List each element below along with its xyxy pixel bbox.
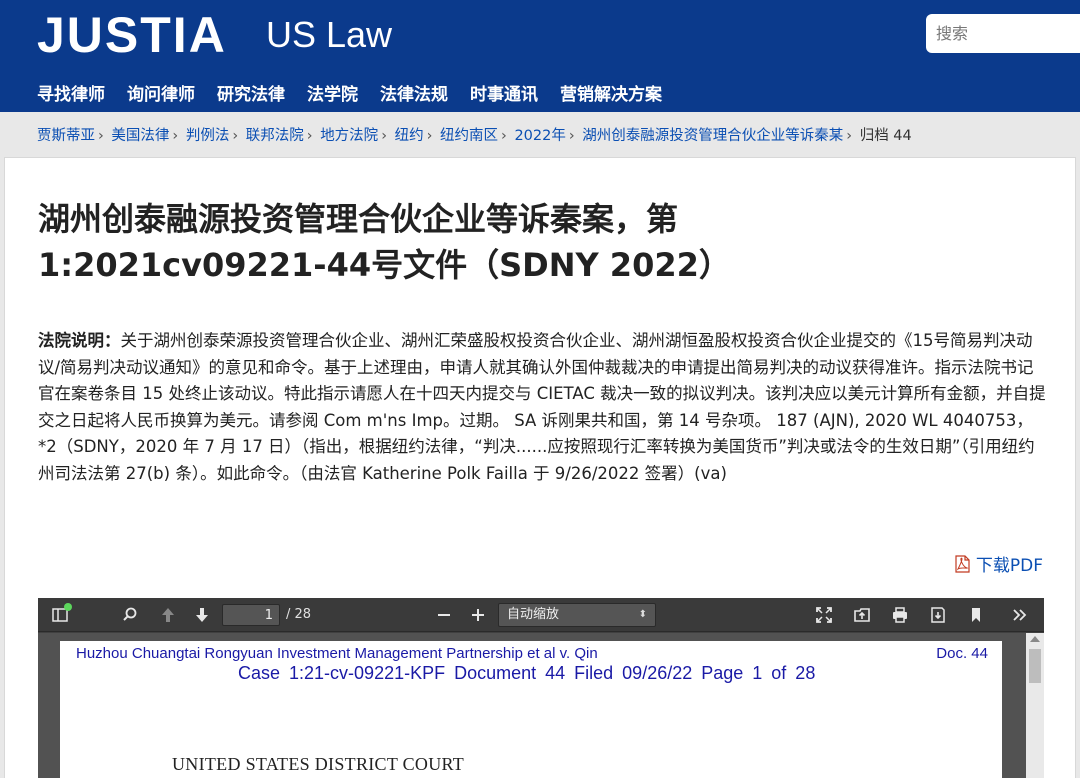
minus-icon	[438, 614, 450, 616]
page-total: / 28	[286, 607, 312, 622]
description-label: 法院说明：	[38, 331, 121, 350]
breadcrumb-separator: ›	[172, 128, 179, 144]
scroll-thumb[interactable]	[1029, 649, 1041, 683]
breadcrumb-separator: ›	[98, 128, 104, 144]
search-input[interactable]	[926, 14, 1080, 53]
bookmark-button[interactable]	[966, 605, 986, 625]
nav-research-law[interactable]: 研究法律	[217, 80, 285, 105]
pdf-page: Huzhou Chuangtai Rongyuan Investment Man…	[60, 641, 1002, 778]
description-text: 关于湖州创泰荣源投资管理合伙企业、湖州汇荣盛股权投资合伙企业、湖州湖恒盈股权投资…	[38, 331, 1046, 483]
bookmark-icon	[972, 608, 980, 622]
breadcrumb-new-york[interactable]: 纽约	[395, 128, 424, 144]
zoom-in-button[interactable]	[468, 605, 488, 625]
pdf-icon	[955, 554, 970, 573]
site-header: JUSTIA US Law 寻找律师 询问律师 研究法律 法学院 法律法规 时事…	[0, 0, 1080, 112]
arrow-up-icon	[162, 608, 174, 622]
breadcrumb-separator: ›	[381, 128, 387, 144]
breadcrumb-separator: ›	[232, 128, 239, 144]
nav-law-schools[interactable]: 法学院	[307, 80, 358, 105]
breadcrumb-case[interactable]: 湖州创泰融源投资管理合伙企业等诉秦某	[582, 128, 843, 144]
previous-page-button[interactable]	[158, 605, 178, 625]
open-file-button[interactable]	[852, 605, 872, 625]
main-content: 湖州创泰融源投资管理合伙企业等诉秦案，第 1:2021cv09221-44号文件…	[4, 157, 1076, 778]
breadcrumb-separator: ›	[306, 128, 313, 144]
breadcrumb-separator: ›	[846, 128, 853, 144]
pdf-court-name: UNITED STATES DISTRICT COURT	[172, 754, 465, 774]
download-button[interactable]	[928, 605, 948, 625]
pdf-case-name[interactable]: Huzhou Chuangtai Rongyuan Investment Man…	[76, 645, 598, 662]
print-button[interactable]	[890, 605, 910, 625]
breadcrumb-separator: ›	[426, 128, 433, 144]
court-description: 法院说明：关于湖州创泰荣源投资管理合伙企业、湖州汇荣盛股权投资合伙企业、湖州湖恒…	[38, 328, 1048, 487]
search-icon	[123, 607, 137, 621]
nav-laws-regulations[interactable]: 法律法规	[380, 80, 448, 105]
download-pdf-label: 下载PDF	[975, 556, 1043, 576]
main-nav: 寻找律师 询问律师 研究法律 法学院 法律法规 时事通讯 营销解决方案	[37, 80, 684, 105]
breadcrumb-us-law[interactable]: 美国法律	[111, 128, 169, 144]
plus-icon	[472, 609, 484, 621]
tools-menu-button[interactable]	[1010, 605, 1030, 625]
pdf-case-line: Case 1:21-cv-09221-KPF Document 44 Filed…	[238, 663, 816, 683]
double-chevron-right-icon	[1013, 609, 1027, 621]
nav-marketing-solutions[interactable]: 营销解决方案	[560, 80, 662, 105]
scroll-up-arrow[interactable]	[1030, 636, 1040, 642]
folder-upload-icon	[854, 608, 870, 622]
zoom-value: 自动缩放	[507, 607, 560, 622]
breadcrumb-separator: ›	[501, 128, 507, 144]
breadcrumb-current: 归档 44	[859, 128, 912, 144]
breadcrumb-federal-courts[interactable]: 联邦法院	[246, 128, 304, 144]
breadcrumb-case-law[interactable]: 判例法	[186, 128, 230, 144]
page-title: 湖州创泰融源投资管理合伙企业等诉秦案，第 1:2021cv09221-44号文件…	[38, 200, 731, 284]
zoom-select[interactable]: 自动缩放 ⬍	[498, 603, 656, 627]
breadcrumb-justia[interactable]: 贾斯蒂亚	[37, 128, 95, 144]
download-pdf-link[interactable]: 下载PDF	[954, 551, 1043, 576]
arrow-down-icon	[196, 608, 208, 622]
breadcrumb-year[interactable]: 2022年	[514, 128, 565, 144]
presentation-mode-button[interactable]	[814, 605, 834, 625]
pdf-toolbar: / 28 自动缩放 ⬍	[38, 598, 1044, 632]
fullscreen-icon	[816, 607, 832, 623]
breadcrumb: 贾斯蒂亚 › 美国法律 › 判例法 › 联邦法院 › 地方法院 › 纽约 › 纽约南区 › 2…	[37, 124, 912, 145]
breadcrumb-district-courts[interactable]: 地方法院	[320, 128, 378, 144]
pdf-canvas-area[interactable]: Huzhou Chuangtai Rongyuan Investment Man…	[38, 633, 1044, 778]
nav-find-lawyer[interactable]: 寻找律师	[37, 80, 105, 105]
zoom-out-button[interactable]	[434, 605, 454, 625]
pdf-doc-number[interactable]: Doc. 44	[936, 645, 988, 662]
nav-ask-lawyer[interactable]: 询问律师	[127, 80, 195, 105]
justia-logo[interactable]: JUSTIA	[37, 6, 227, 64]
chevron-updown-icon: ⬍	[638, 609, 647, 620]
breadcrumb-separator: ›	[568, 128, 575, 144]
notification-dot	[64, 603, 72, 611]
breadcrumb-sdny[interactable]: 纽约南区	[440, 128, 498, 144]
download-icon	[931, 607, 945, 623]
printer-icon	[893, 607, 907, 623]
next-page-button[interactable]	[192, 605, 212, 625]
nav-newsletters[interactable]: 时事通讯	[470, 80, 538, 105]
pdf-viewer: / 28 自动缩放 ⬍	[38, 598, 1044, 778]
page-number-input[interactable]	[222, 604, 280, 626]
pdf-scrollbar[interactable]	[1026, 633, 1044, 778]
find-button[interactable]	[120, 605, 140, 625]
logo-subtitle[interactable]: US Law	[266, 14, 392, 56]
